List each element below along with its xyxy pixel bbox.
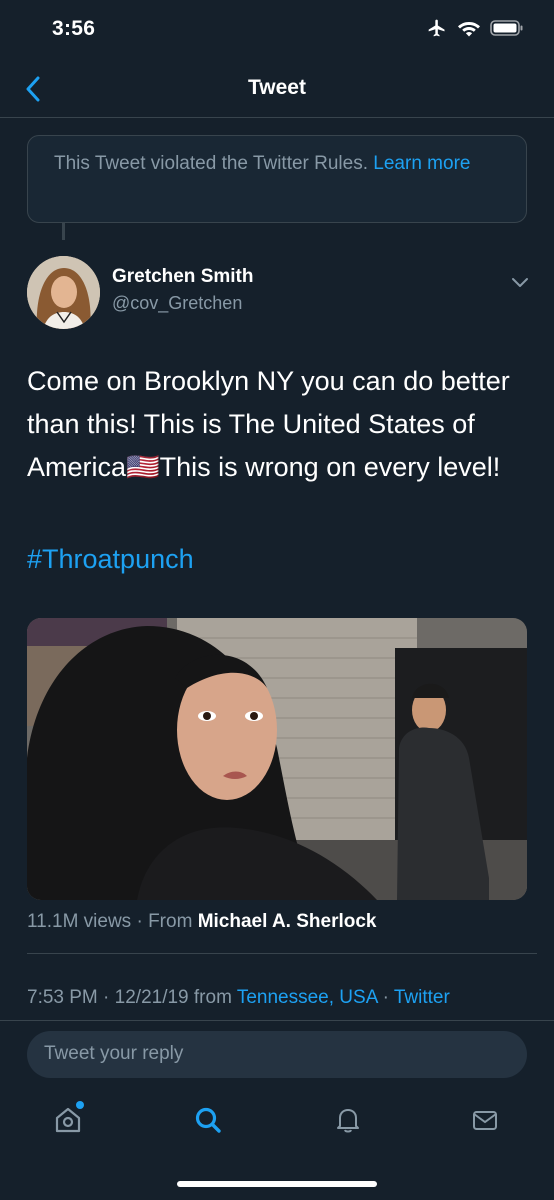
tweet-date: 12/21/19 [114, 987, 189, 1008]
from-label: from [188, 987, 237, 1008]
status-bar: 3:56 [0, 0, 554, 60]
client-separator: · [377, 987, 394, 1008]
status-time: 3:56 [52, 17, 96, 40]
unread-dot [76, 1101, 84, 1109]
location-link[interactable]: Tennessee, USA [237, 987, 377, 1008]
view-count: 11.1M views [27, 911, 132, 932]
tab-messages[interactable] [467, 1102, 503, 1138]
author-name[interactable]: Gretchen Smith [112, 266, 253, 288]
tab-notifications[interactable] [330, 1102, 366, 1138]
video-meta-separator: · From [131, 911, 198, 932]
chevron-down-icon [512, 278, 528, 287]
divider [27, 953, 537, 954]
home-indicator [177, 1181, 377, 1187]
home-icon [55, 1107, 81, 1133]
airplane-mode-icon [426, 18, 448, 43]
learn-more-link[interactable]: Learn more [373, 153, 470, 174]
video-thumbnail[interactable] [27, 618, 527, 900]
author-handle[interactable]: @cov_Gretchen [112, 293, 242, 314]
video-meta: 11.1M views · From Michael A. Sherlock [27, 911, 377, 933]
hashtag-link[interactable]: #Throatpunch [27, 544, 194, 575]
us-flag-emoji: 🇺🇸 [126, 452, 160, 482]
tweet-text: Come on Brooklyn NY you can do better th… [27, 360, 527, 489]
tweet-time: 7:53 PM [27, 987, 98, 1008]
search-icon [195, 1107, 221, 1133]
avatar[interactable] [27, 256, 100, 329]
tweet-text-part2: This is wrong on every level! [159, 452, 501, 482]
rules-violation-notice: This Tweet violated the Twitter Rules. L… [27, 135, 527, 223]
client-link[interactable]: Twitter [394, 987, 450, 1008]
nav-header: Tweet [0, 60, 554, 118]
page-title: Tweet [248, 76, 306, 99]
tweet-detail-screen: 3:56 Tweet This Tweet violated the Twitt… [0, 0, 554, 1200]
tweet-timestamp: 7:53 PM · 12/21/19 from Tennessee, USA ·… [27, 987, 450, 1009]
battery-icon [490, 19, 524, 42]
timestamp-separator: · [97, 987, 115, 1008]
reply-input[interactable]: Tweet your reply [27, 1031, 527, 1078]
notifications-icon [337, 1109, 359, 1133]
mail-icon [473, 1111, 497, 1130]
notice-text: This Tweet violated the Twitter Rules. [54, 153, 369, 174]
tab-search[interactable] [190, 1102, 226, 1138]
status-icons [426, 18, 524, 43]
thread-connector [62, 223, 65, 240]
wifi-icon [457, 19, 481, 42]
video-source[interactable]: Michael A. Sherlock [198, 911, 377, 932]
more-options-button[interactable] [508, 272, 532, 292]
